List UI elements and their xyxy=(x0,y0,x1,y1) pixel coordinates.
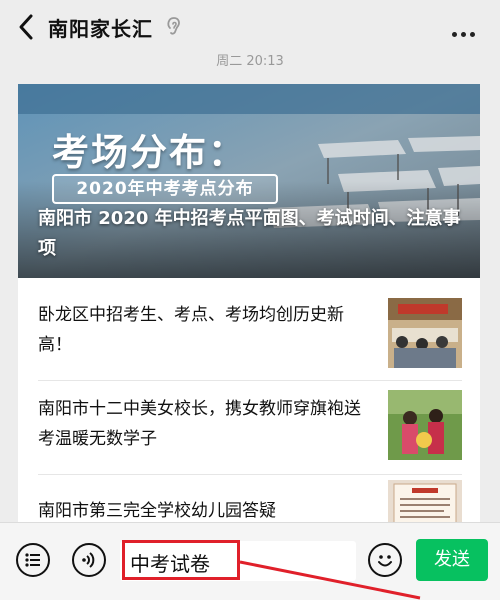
list-item-title: 南阳市十二中美女校长，携女教师穿旗袍送考温暖无数学子 xyxy=(38,399,361,449)
divider xyxy=(38,474,462,475)
ear-icon xyxy=(167,17,180,35)
message-input-value: 中考试卷 xyxy=(130,552,210,576)
message-input[interactable]: 中考试卷 xyxy=(120,541,356,581)
send-button[interactable]: 发送 xyxy=(416,539,488,581)
list-item-title: 卧龙区中招考生、考点、考场均创历史新高！ xyxy=(38,305,344,355)
emoji-icon[interactable] xyxy=(368,543,402,577)
list-item[interactable]: 南阳市第三完全学校幼儿园答疑 xyxy=(38,480,462,524)
more-dots-icon[interactable] xyxy=(452,22,480,37)
menu-list-icon[interactable] xyxy=(16,543,50,577)
list-item-title: 南阳市第三完全学校幼儿园答疑 xyxy=(38,501,276,521)
list-item[interactable]: 卧龙区中招考生、考点、考场均创历史新高！ xyxy=(38,296,462,372)
list-item[interactable]: 南阳市十二中美女校长，携女教师穿旗袍送考温暖无数学子 xyxy=(38,388,462,464)
chevron-left-icon[interactable] xyxy=(14,12,40,42)
article-banner[interactable]: 考场分布： 2020年中考考点分布 南阳市 2020 年中招考点平面图、考试时间… xyxy=(18,84,480,278)
chat-title: 南阳家长汇 xyxy=(48,17,153,41)
voice-icon[interactable] xyxy=(72,543,106,577)
article-title[interactable]: 南阳市 2020 年中招考点平面图、考试时间、注意事项 xyxy=(38,204,468,264)
banner-heading: 考场分布： xyxy=(52,131,247,174)
photo-teachers-thumbnail xyxy=(388,390,462,460)
divider xyxy=(38,380,462,381)
photo-notice-thumbnail xyxy=(388,480,462,524)
message-timestamp: 周二 20:13 xyxy=(216,54,284,69)
chat-input-bar: 中考试卷 发送 xyxy=(0,522,500,600)
top-nav-bar: 南阳家长汇 xyxy=(0,0,500,54)
photo-meeting-thumbnail xyxy=(388,298,462,368)
article-card[interactable]: 考场分布： 2020年中考考点分布 南阳市 2020 年中招考点平面图、考试时间… xyxy=(18,84,480,524)
banner-subheading: 2020年中考考点分布 xyxy=(52,174,278,204)
